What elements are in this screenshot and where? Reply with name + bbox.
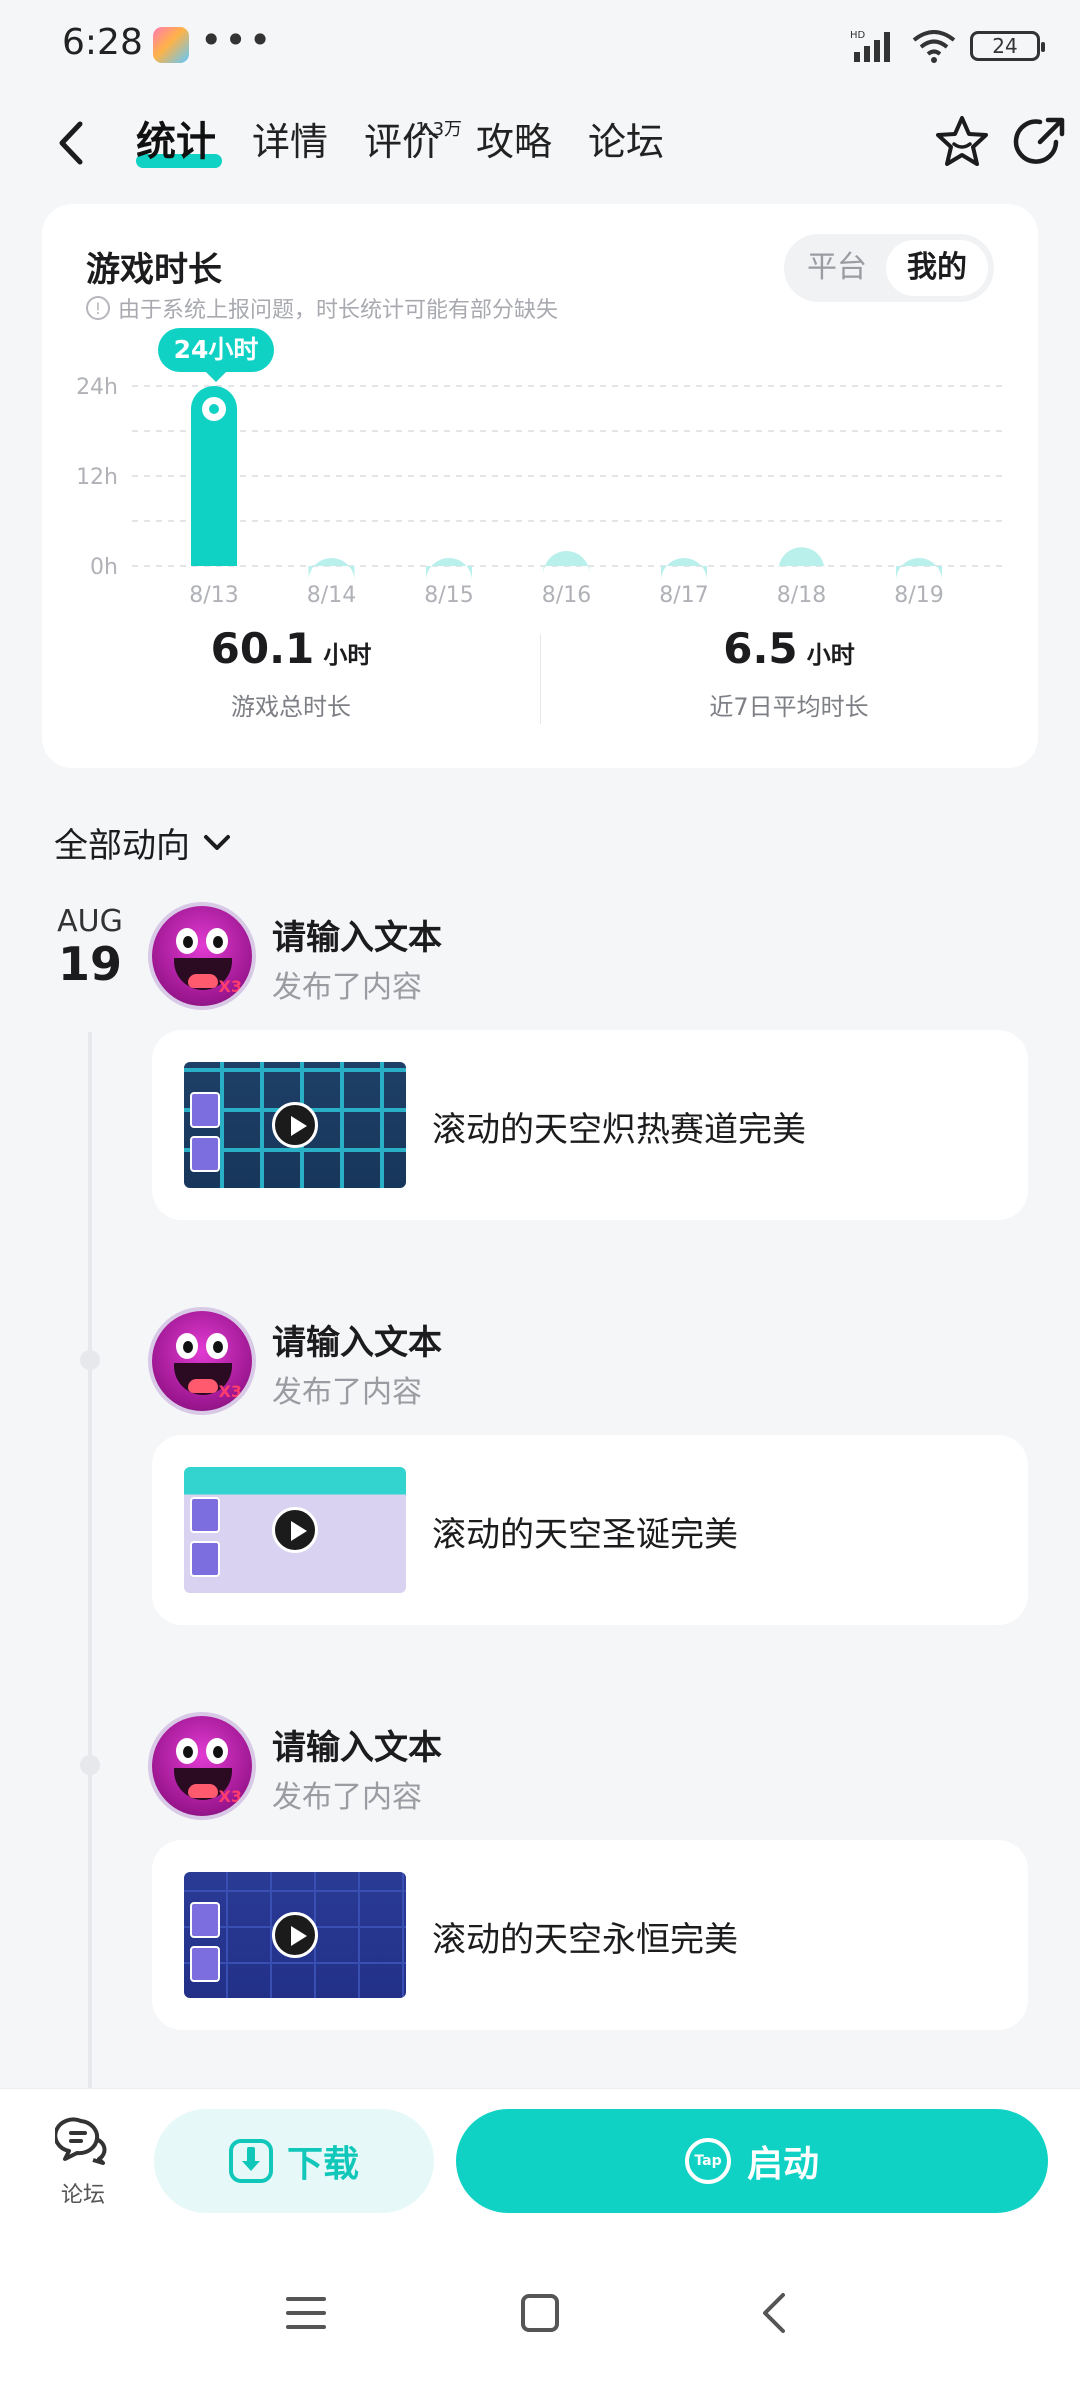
tap-logo-icon: Tap <box>684 2138 731 2184</box>
battery-icon: 24 <box>970 31 1045 61</box>
average-playtime-label: 近7日平均时长 <box>709 693 869 721</box>
post-content-card[interactable]: 滚动的天空圣诞完美 <box>152 1435 1028 1625</box>
video-thumbnail[interactable] <box>184 1467 406 1593</box>
tab-guides[interactable]: 攻略 <box>458 112 570 172</box>
thumbnail-side-icons <box>190 1092 224 1178</box>
post-action: 发布了内容 <box>272 1780 422 1815</box>
post-username[interactable]: 请输入文本 <box>272 1315 442 1364</box>
avatar[interactable]: X3 <box>152 1311 252 1411</box>
playtime-card: 游戏时长 ! 由于系统上报问题，时长统计可能有部分缺失 平台 我的 0h 12h 2… <box>42 204 1038 768</box>
system-navigation-bar <box>0 2226 1080 2400</box>
tab-details[interactable]: 详情 <box>234 112 346 172</box>
wifi-icon <box>912 30 956 63</box>
post-title[interactable]: 滚动的天空炽热赛道完美 <box>432 1102 806 1151</box>
date-day: 19 <box>57 937 122 991</box>
avatar[interactable]: X3 <box>152 906 252 1006</box>
chart-bar <box>543 551 590 574</box>
total-playtime-label: 游戏总时长 <box>231 693 351 721</box>
forum-icon <box>53 2117 107 2165</box>
avatar-badge: X3 <box>218 977 242 996</box>
chart-x-tick-label: 8/18 <box>777 583 826 608</box>
launch-label: 启动 <box>746 2144 819 2185</box>
review-count-badge: 1.3万 <box>415 119 463 140</box>
post-title[interactable]: 滚动的天空永恒完美 <box>432 1912 738 1961</box>
tab-bar: 统计 详情 评价 1.3万 攻略 论坛 <box>118 112 682 172</box>
forum-label: 论坛 <box>60 2183 105 2208</box>
star-icon[interactable] <box>932 112 992 172</box>
chart-x-tick-label: 8/13 <box>189 583 238 608</box>
chevron-left-icon[interactable] <box>52 118 92 168</box>
thumbnail-side-icons <box>190 1497 224 1583</box>
chart-tooltip: 24小时 <box>158 328 274 382</box>
download-label: 下载 <box>286 2144 359 2185</box>
top-navigation: 统计 详情 评价 1.3万 攻略 论坛 <box>0 100 1080 190</box>
status-time: 6:28 <box>62 22 143 63</box>
thumbnail-side-icons <box>190 1902 224 1988</box>
post-username[interactable]: 请输入文本 <box>272 910 442 959</box>
tab-forum[interactable]: 论坛 <box>570 112 682 172</box>
chart-x-tick-label: 8/15 <box>424 583 473 608</box>
play-icon[interactable] <box>272 1102 318 1148</box>
chart-x-tick-label: 8/19 <box>894 583 943 608</box>
average-playtime-value: 6.5 <box>723 624 798 673</box>
menu-icon[interactable] <box>266 2226 346 2400</box>
post-action: 发布了内容 <box>272 1375 422 1410</box>
playtime-summary: 60.1 小时 游戏总时长 6.5 小时 近7日平均时长 <box>42 624 1038 744</box>
chart-bar-marker-dot <box>209 404 219 414</box>
timeline-dot <box>80 1350 100 1370</box>
chart-y-tick-label: 24h <box>76 375 118 400</box>
chart-bar <box>661 558 707 581</box>
play-icon[interactable] <box>272 1912 318 1958</box>
avatar-badge: X3 <box>218 1382 242 1401</box>
share-icon[interactable] <box>1010 112 1070 172</box>
timeline-line <box>88 1032 92 2092</box>
date-month: AUG <box>57 904 123 939</box>
svg-text:HD: HD <box>850 30 866 41</box>
tab-stats[interactable]: 统计 <box>118 112 234 172</box>
forum-button[interactable]: 论坛 <box>40 2117 126 2209</box>
chart-x-tick-label: 8/14 <box>307 583 356 608</box>
avatar[interactable]: X3 <box>152 1716 252 1816</box>
chart-bar <box>426 558 472 581</box>
post-action: 发布了内容 <box>272 970 422 1005</box>
more-notifications-icon: ••• <box>200 18 274 62</box>
playtime-chart: 0h 12h 24h 8/13 8/14 8/15 8/16 8/17 8/18 8/19 <box>76 375 1002 608</box>
total-playtime: 60.1 小时 游戏总时长 <box>42 624 540 722</box>
download-icon <box>228 2139 273 2183</box>
activity-filter-dropdown[interactable]: 全部动向 <box>54 818 232 867</box>
chevron-down-icon <box>204 834 230 850</box>
download-button[interactable]: 下载 <box>154 2109 434 2213</box>
average-playtime-unit: 小时 <box>806 641 855 669</box>
back-icon[interactable] <box>734 2226 814 2400</box>
post-username[interactable]: 请输入文本 <box>272 1720 442 1769</box>
chart-bar <box>896 558 942 581</box>
average-playtime: 6.5 小时 近7日平均时长 <box>540 624 1038 722</box>
post-title[interactable]: 滚动的天空圣诞完美 <box>432 1507 738 1556</box>
video-thumbnail[interactable] <box>184 1062 406 1188</box>
chart-x-tick-label: 8/17 <box>659 583 708 608</box>
home-icon[interactable] <box>500 2226 580 2400</box>
launch-button[interactable]: Tap 启动 <box>456 2109 1048 2213</box>
post-content-card[interactable]: 滚动的天空永恒完美 <box>152 1840 1028 2030</box>
status-bar: 6:28 ••• HD 24 <box>0 0 1080 92</box>
tab-reviews[interactable]: 评价 1.3万 <box>346 112 462 172</box>
chart-bar <box>308 558 355 581</box>
video-thumbnail[interactable] <box>184 1872 406 1998</box>
play-icon[interactable] <box>272 1507 318 1553</box>
timeline-dot <box>80 1755 100 1775</box>
activity-filter-label: 全部动向 <box>54 826 190 866</box>
bottom-action-bar: 论坛 下载 Tap 启动 <box>0 2088 1080 2226</box>
status-indicators: HD 24 <box>850 24 1045 68</box>
total-playtime-value: 60.1 <box>210 624 315 673</box>
chart-y-tick-label: 12h <box>76 465 118 490</box>
chart-x-tick-label: 8/16 <box>542 583 591 608</box>
total-playtime-unit: 小时 <box>323 641 372 669</box>
app-notification-icon <box>153 27 189 63</box>
signal-icon: HD <box>850 30 890 62</box>
timeline-date: AUG 19 <box>54 904 126 990</box>
chart-y-tick-label: 0h <box>90 555 118 580</box>
avatar-badge: X3 <box>218 1787 242 1806</box>
post-content-card[interactable]: 滚动的天空炽热赛道完美 <box>152 1030 1028 1220</box>
